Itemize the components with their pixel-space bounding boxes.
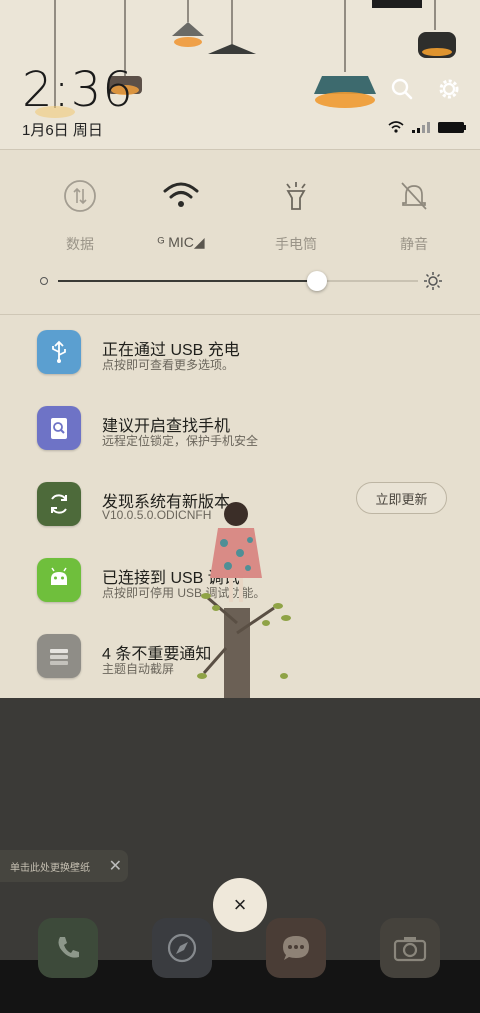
brightness-knob[interactable] <box>307 271 328 291</box>
system-update-icon <box>37 482 81 526</box>
tile-flashlight-label: 手电筒 <box>275 236 317 252</box>
tile-wifi[interactable]: ᴳ MIC◢ <box>131 176 231 251</box>
quick-settings-panel: 数据 ᴳ MIC◢ 手电筒 静音 <box>0 150 480 315</box>
tile-flashlight[interactable]: 手电筒 <box>246 176 346 254</box>
change-wallpaper-hint[interactable]: 单击此处更换壁纸 ✕ <box>0 850 128 882</box>
tile-mute-label: 静音 <box>400 236 428 252</box>
tile-data-label: 数据 <box>66 236 94 252</box>
settings-gear-icon[interactable] <box>436 76 462 102</box>
search-icon[interactable] <box>389 76 415 102</box>
find-phone-icon <box>37 406 81 450</box>
shade-header: 2:36 1月6日 周日 <box>0 0 480 150</box>
tile-mute[interactable]: 静音 <box>364 176 464 254</box>
brightness-high-icon <box>424 272 442 290</box>
battery-icon <box>438 121 466 133</box>
change-wallpaper-text: 单击此处更换壁纸 <box>10 862 90 874</box>
data-arrows-icon <box>60 176 100 216</box>
brightness-slider[interactable] <box>38 270 448 292</box>
close-icon[interactable]: ✕ <box>109 856 122 876</box>
messages-icon[interactable] <box>266 918 326 978</box>
signal-strength-icon <box>412 121 430 133</box>
clock-time: 2:36 <box>22 62 134 118</box>
update-now-button[interactable]: 立即更新 <box>356 482 447 514</box>
wifi-icon <box>161 176 201 216</box>
android-icon <box>37 558 81 602</box>
flashlight-icon <box>276 176 316 216</box>
usb-icon <box>37 330 81 374</box>
notification-subtitle: V10.0.5.0.ODICNFH <box>102 508 212 522</box>
brightness-fill <box>58 280 318 282</box>
tile-wifi-label: ᴳ MIC◢ <box>157 234 205 250</box>
camera-icon[interactable] <box>380 918 440 978</box>
close-shade-button[interactable]: × <box>213 878 267 932</box>
clock-date: 1月6日 周日 <box>22 122 103 139</box>
notification-usb-charging[interactable]: 正在通过 USB 充电 点按即可查看更多选项。 <box>0 316 480 392</box>
wifi-status-icon <box>388 121 404 133</box>
compass-browser-icon[interactable] <box>152 918 212 978</box>
notification-subtitle: 主题自动截屏 <box>102 662 175 676</box>
notification-subtitle: 远程定位锁定，保护手机安全 <box>102 434 259 448</box>
phone-icon[interactable] <box>38 918 98 978</box>
status-bar-icons <box>388 121 466 133</box>
wallpaper-girl-illustration <box>197 502 291 700</box>
notification-find-phone[interactable]: 建议开启查找手机 远程定位锁定，保护手机安全 <box>0 392 480 468</box>
mute-bell-icon <box>394 176 434 216</box>
brightness-low-icon <box>40 277 48 285</box>
stacked-notifications-icon <box>37 634 81 678</box>
tile-data[interactable]: 数据 <box>30 176 130 254</box>
notification-subtitle: 点按即可查看更多选项。 <box>102 358 235 372</box>
